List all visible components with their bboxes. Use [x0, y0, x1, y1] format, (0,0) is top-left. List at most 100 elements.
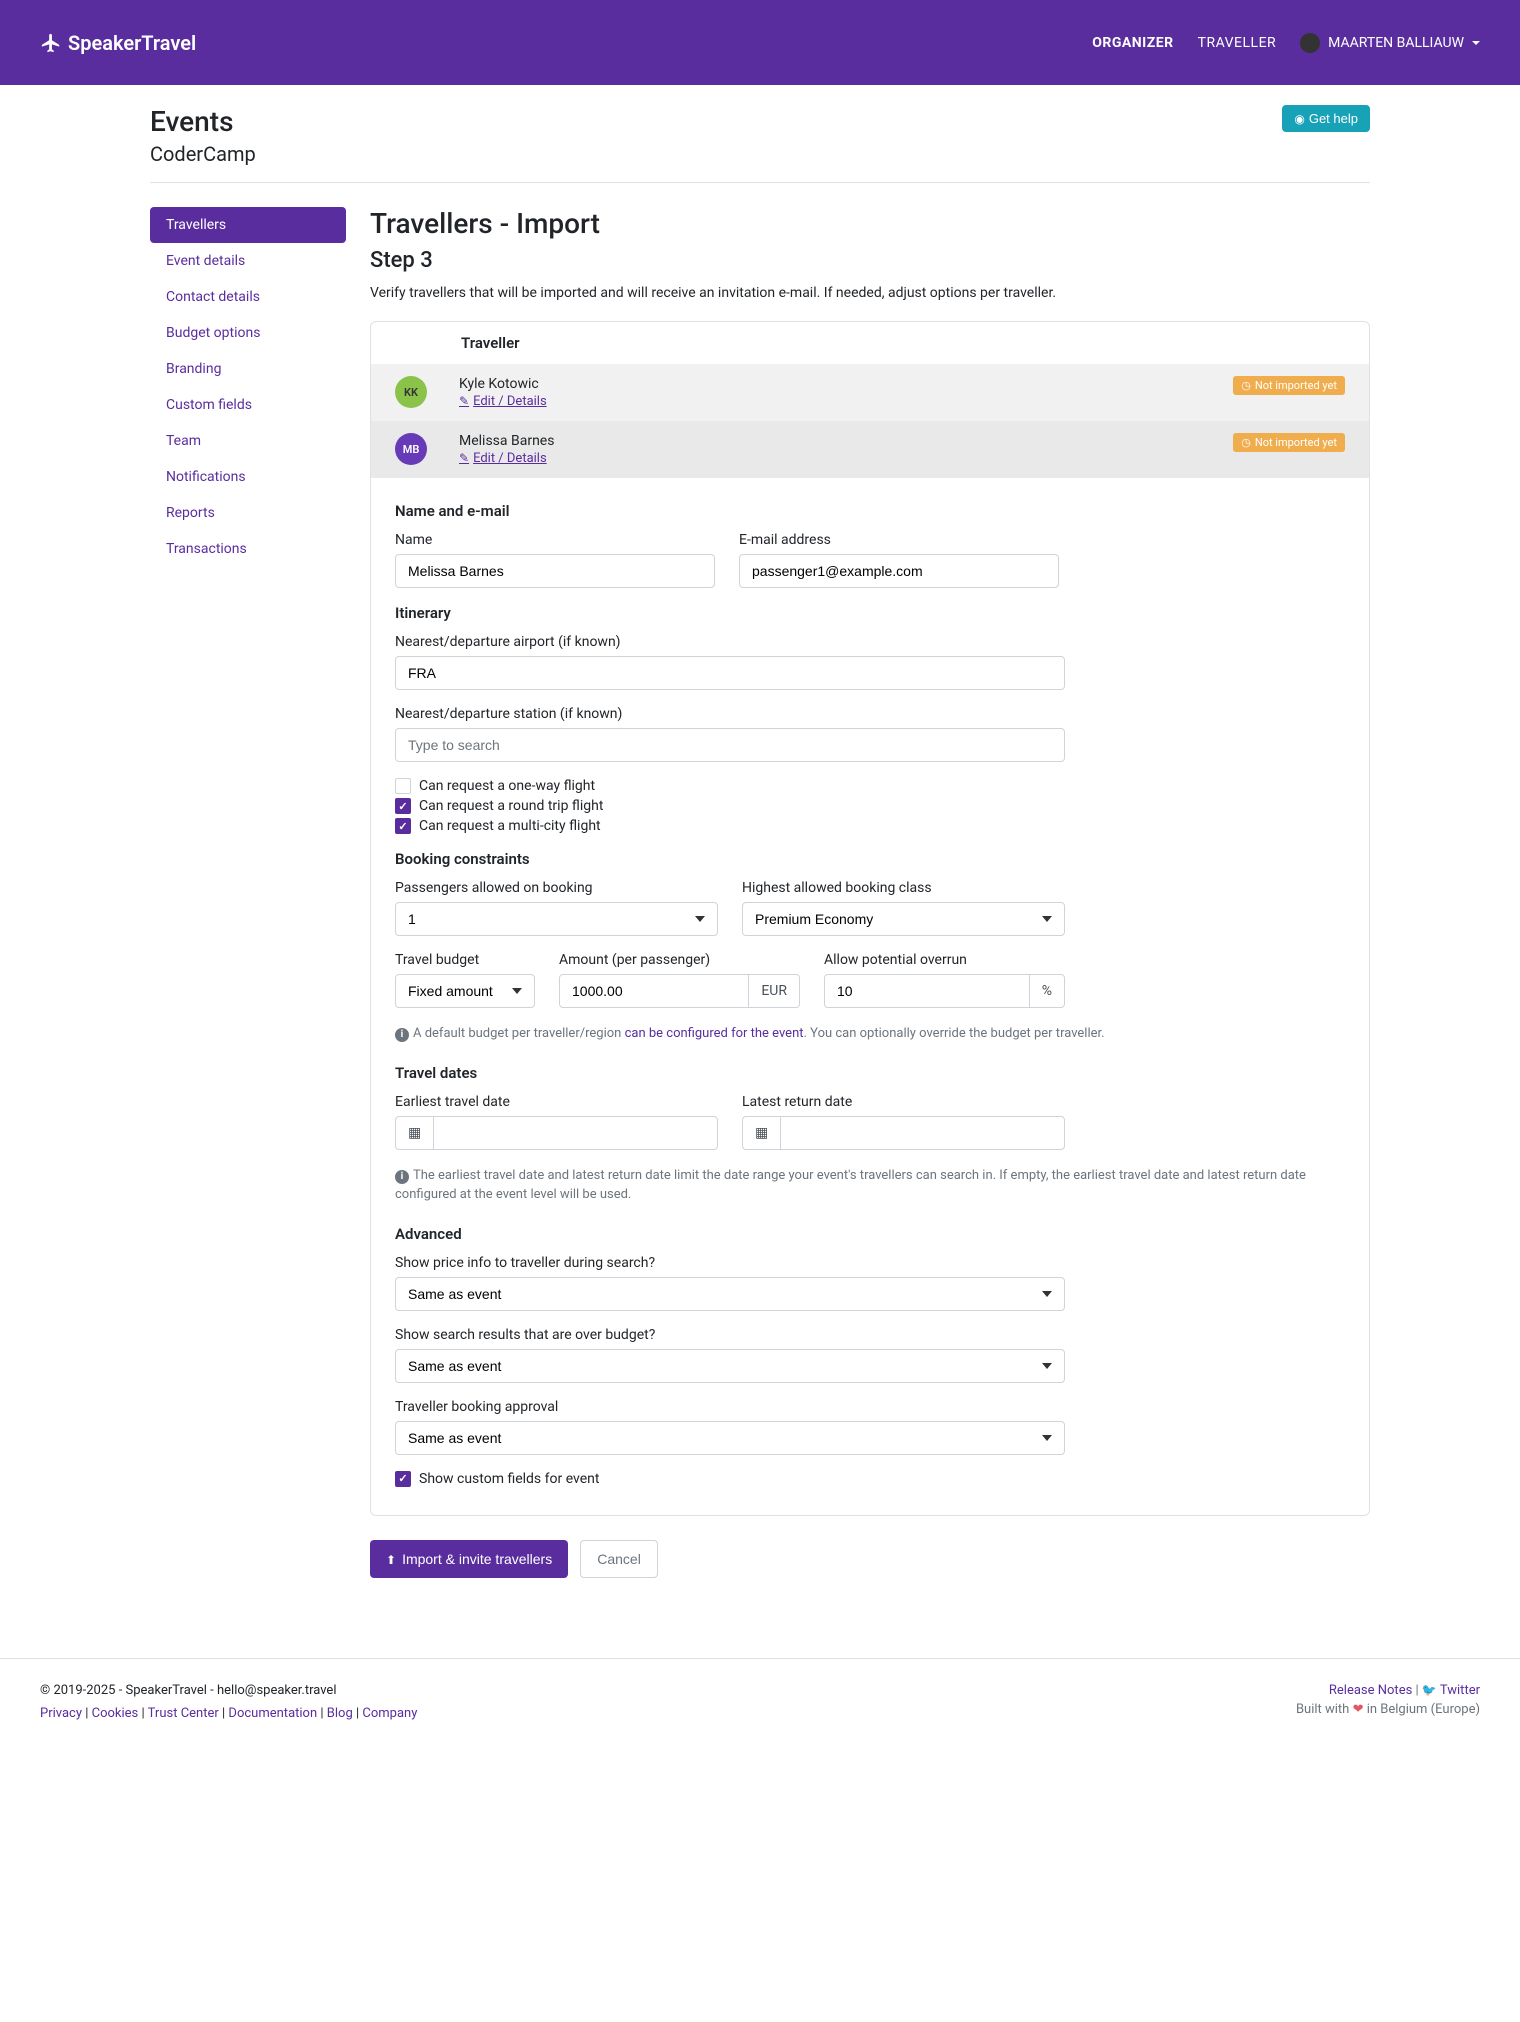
- info-icon: i: [395, 1028, 409, 1042]
- pencil-icon: [459, 451, 469, 466]
- latest-label: Latest return date: [742, 1094, 1065, 1110]
- dates-help-text: iThe earliest travel date and latest ret…: [395, 1166, 1345, 1205]
- station-input[interactable]: [395, 728, 1065, 762]
- budget-help-text: iA default budget per traveller/region c…: [395, 1024, 1345, 1044]
- name-input[interactable]: [395, 554, 715, 588]
- multicity-label: Can request a multi-city flight: [419, 818, 601, 834]
- sidebar-item-event-details[interactable]: Event details: [150, 243, 346, 279]
- status-badge: Not imported yet: [1233, 376, 1345, 395]
- pencil-icon: [459, 394, 469, 409]
- edit-details-link[interactable]: Edit / Details: [459, 394, 547, 409]
- step-description: Verify travellers that will be imported …: [370, 285, 1370, 301]
- footer-company[interactable]: Company: [362, 1706, 417, 1721]
- footer-cookies[interactable]: Cookies: [92, 1706, 139, 1721]
- navbar-nav: ORGANIZER TRAVELLER MAARTEN BALLIAUW: [1092, 33, 1480, 53]
- heart-icon: ❤: [1353, 1702, 1364, 1717]
- brand-text: SpeakerTravel: [68, 31, 196, 55]
- footer-blog[interactable]: Blog: [327, 1706, 353, 1721]
- nav-organizer[interactable]: ORGANIZER: [1092, 35, 1173, 51]
- nav-traveller[interactable]: TRAVELLER: [1198, 35, 1277, 51]
- custom-fields-checkbox[interactable]: [395, 1471, 411, 1487]
- passengers-select[interactable]: 1: [395, 902, 718, 936]
- page-subtitle: CoderCamp: [150, 142, 256, 166]
- overrun-label: Allow potential overrun: [824, 952, 1065, 968]
- section-dates: Travel dates: [395, 1064, 1345, 1082]
- oneway-checkbox[interactable]: [395, 778, 411, 794]
- traveller-name: Melissa Barnes: [459, 433, 1233, 449]
- sidebar-item-notifications[interactable]: Notifications: [150, 459, 346, 495]
- price-info-label: Show price info to traveller during sear…: [395, 1255, 1065, 1271]
- sidebar-item-travellers[interactable]: Travellers: [150, 207, 346, 243]
- class-select[interactable]: Premium Economy: [742, 902, 1065, 936]
- email-label: E-mail address: [739, 532, 1059, 548]
- amount-input[interactable]: [559, 974, 749, 1008]
- custom-fields-label: Show custom fields for event: [419, 1471, 599, 1487]
- sidebar-item-contact-details[interactable]: Contact details: [150, 279, 346, 315]
- section-name-email: Name and e-mail: [395, 502, 1345, 520]
- brand-logo[interactable]: SpeakerTravel: [40, 31, 196, 55]
- cancel-button[interactable]: Cancel: [580, 1540, 658, 1578]
- page-header: Events CoderCamp Get help: [150, 105, 1370, 183]
- sidebar-item-transactions[interactable]: Transactions: [150, 531, 346, 567]
- footer-docs[interactable]: Documentation: [228, 1706, 317, 1721]
- footer-privacy[interactable]: Privacy: [40, 1706, 82, 1721]
- percent-label: %: [1030, 974, 1065, 1008]
- over-budget-select[interactable]: Same as event: [395, 1349, 1065, 1383]
- roundtrip-label: Can request a round trip flight: [419, 798, 603, 814]
- sidebar: Travellers Event details Contact details…: [150, 207, 346, 1578]
- calendar-icon: [742, 1116, 780, 1150]
- overrun-input[interactable]: [824, 974, 1030, 1008]
- station-label: Nearest/departure station (if known): [395, 706, 1065, 722]
- oneway-label: Can request a one-way flight: [419, 778, 595, 794]
- avatar-icon: MB: [395, 433, 427, 465]
- roundtrip-checkbox[interactable]: [395, 798, 411, 814]
- price-info-select[interactable]: Same as event: [395, 1277, 1065, 1311]
- latest-date-input[interactable]: [780, 1116, 1065, 1150]
- traveller-name: Kyle Kotowic: [459, 376, 1233, 392]
- sidebar-item-custom-fields[interactable]: Custom fields: [150, 387, 346, 423]
- step-title: Step 3: [370, 248, 1370, 273]
- amount-label: Amount (per passenger): [559, 952, 800, 968]
- upload-icon: [386, 1551, 396, 1567]
- clock-icon: [1241, 436, 1251, 449]
- passengers-label: Passengers allowed on booking: [395, 880, 718, 896]
- traveller-row[interactable]: KK Kyle Kotowic Edit / Details Not impor…: [371, 364, 1369, 421]
- multicity-checkbox[interactable]: [395, 818, 411, 834]
- copyright: © 2019-2025 - SpeakerTravel - hello@spea…: [40, 1683, 417, 1698]
- help-icon: [1294, 111, 1304, 126]
- airport-input[interactable]: [395, 656, 1065, 690]
- sidebar-item-budget-options[interactable]: Budget options: [150, 315, 346, 351]
- plane-icon: [40, 32, 62, 54]
- edit-details-link[interactable]: Edit / Details: [459, 451, 547, 466]
- approval-label: Traveller booking approval: [395, 1399, 1065, 1415]
- import-button[interactable]: Import & invite travellers: [370, 1540, 568, 1578]
- over-budget-label: Show search results that are over budget…: [395, 1327, 1065, 1343]
- class-label: Highest allowed booking class: [742, 880, 1065, 896]
- email-input[interactable]: [739, 554, 1059, 588]
- approval-select[interactable]: Same as event: [395, 1421, 1065, 1455]
- clock-icon: [1241, 379, 1251, 392]
- release-notes-link[interactable]: Release Notes: [1329, 1683, 1412, 1698]
- travellers-card: Traveller KK Kyle Kotowic Edit / Details…: [370, 321, 1370, 1516]
- budget-select[interactable]: Fixed amount: [395, 974, 535, 1008]
- user-menu[interactable]: MAARTEN BALLIAUW: [1300, 33, 1480, 53]
- sidebar-item-reports[interactable]: Reports: [150, 495, 346, 531]
- traveller-column-header: Traveller: [371, 322, 1369, 364]
- airport-label: Nearest/departure airport (if known): [395, 634, 1065, 650]
- get-help-button[interactable]: Get help: [1282, 105, 1370, 132]
- user-avatar-icon: [1300, 33, 1320, 53]
- caret-down-icon: [1472, 41, 1480, 45]
- main-title: Travellers - Import: [370, 207, 1370, 240]
- earliest-date-input[interactable]: [433, 1116, 718, 1150]
- traveller-row[interactable]: MB Melissa Barnes Edit / Details Not imp…: [371, 421, 1369, 478]
- budget-label: Travel budget: [395, 952, 535, 968]
- sidebar-item-branding[interactable]: Branding: [150, 351, 346, 387]
- section-itinerary: Itinerary: [395, 604, 1345, 622]
- traveller-form: Name and e-mail Name E-mail address Itin…: [371, 478, 1369, 1515]
- twitter-link[interactable]: Twitter: [1422, 1683, 1480, 1698]
- footer-trust[interactable]: Trust Center: [148, 1706, 219, 1721]
- budget-config-link[interactable]: can be configured for the event: [625, 1026, 804, 1041]
- info-icon: i: [395, 1170, 409, 1184]
- sidebar-item-team[interactable]: Team: [150, 423, 346, 459]
- section-booking: Booking constraints: [395, 850, 1345, 868]
